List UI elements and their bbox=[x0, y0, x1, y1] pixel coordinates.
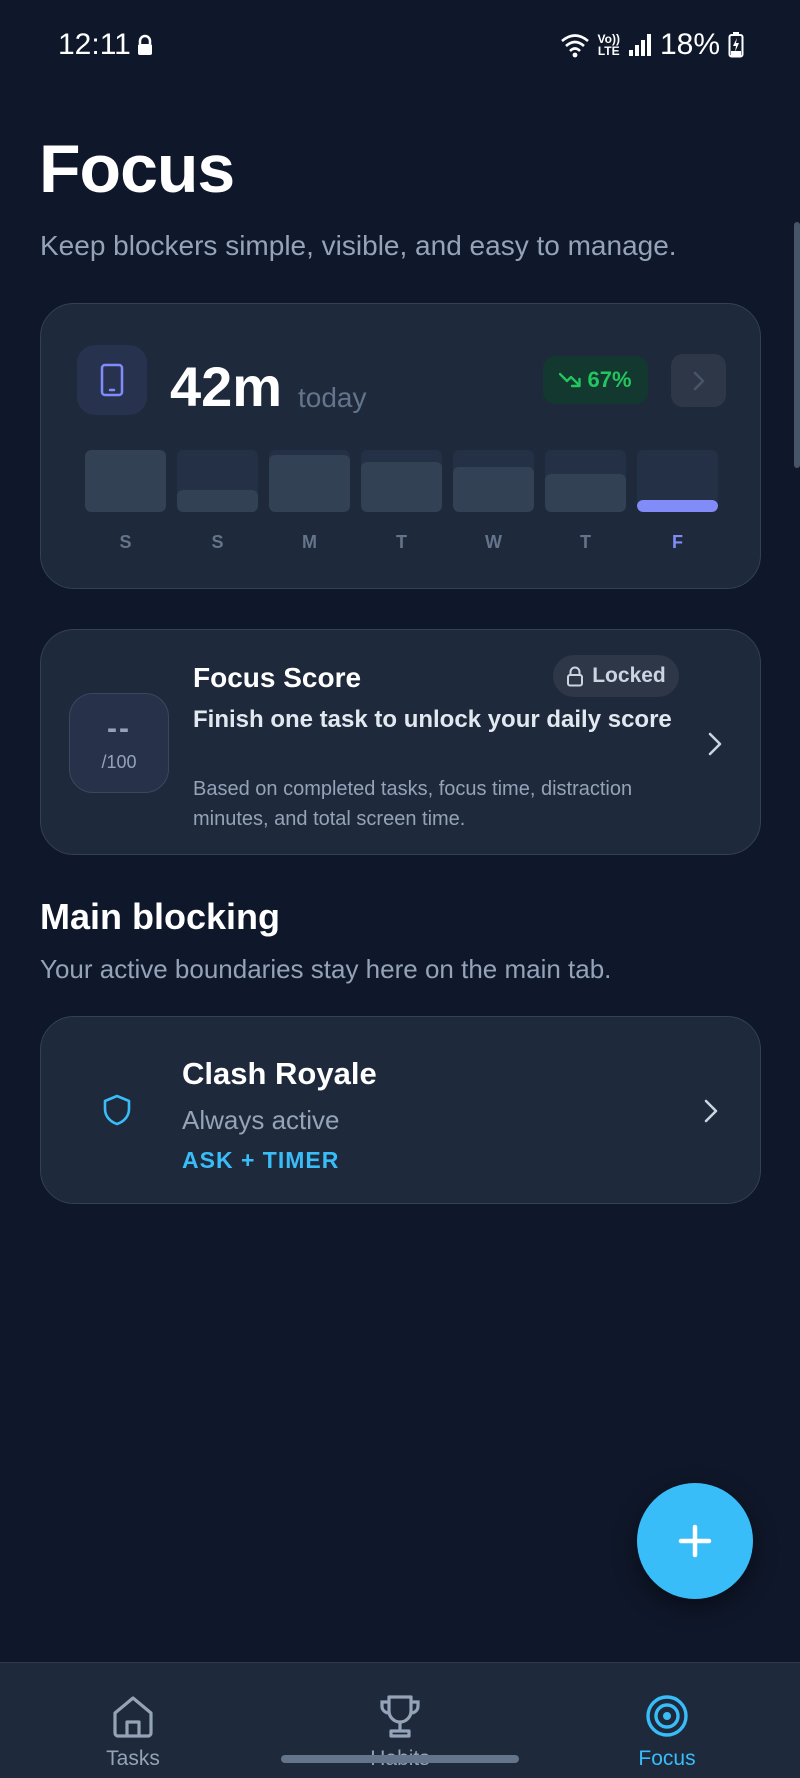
bar-track bbox=[269, 450, 350, 512]
locked-label: Locked bbox=[592, 664, 666, 687]
plus-icon bbox=[678, 1524, 712, 1558]
section-subtitle: Your active boundaries stay here on the … bbox=[40, 954, 612, 984]
focus-score-headline: Finish one task to unlock your daily sco… bbox=[193, 706, 672, 733]
screen-time-value: 42m bbox=[170, 355, 283, 418]
focus-score-title: Focus Score bbox=[193, 662, 362, 693]
bar-track bbox=[637, 450, 718, 512]
home-indicator[interactable] bbox=[281, 1755, 519, 1763]
blocker-status: Always active bbox=[182, 1105, 340, 1135]
nav-item-tasks[interactable]: Tasks bbox=[43, 1663, 223, 1778]
chevron-right-icon bbox=[693, 371, 704, 390]
bar-fill bbox=[85, 450, 166, 512]
bar-track bbox=[177, 450, 258, 512]
day-label: S bbox=[211, 532, 224, 552]
page-subtitle: Keep blockers simple, visible, and easy … bbox=[40, 230, 677, 261]
day-bar-0: S bbox=[85, 450, 166, 570]
nav-label-focus: Focus bbox=[638, 1747, 696, 1770]
nav-item-focus[interactable]: Focus bbox=[577, 1663, 757, 1778]
wifi-icon bbox=[560, 34, 589, 58]
nav-label-tasks: Tasks bbox=[106, 1747, 160, 1770]
lock-icon bbox=[138, 34, 152, 55]
blocker-mode: ASK + TIMER bbox=[182, 1147, 340, 1173]
status-time: 12:11 bbox=[58, 28, 131, 61]
bar-track bbox=[85, 450, 166, 512]
day-label: W bbox=[485, 532, 502, 552]
screen-time-suffix: today bbox=[298, 382, 367, 413]
shield-icon bbox=[103, 1094, 131, 1126]
lock-icon bbox=[567, 666, 584, 687]
focus-score-card[interactable]: -- /100 Focus Score Locked Finish one ta… bbox=[40, 629, 761, 855]
signal-icon bbox=[628, 34, 651, 56]
bar-fill bbox=[177, 490, 258, 512]
page-title: Focus bbox=[39, 131, 235, 207]
lte-indicator: Vo)) LTE bbox=[597, 32, 620, 58]
target-icon bbox=[646, 1695, 688, 1737]
day-bar-3: T bbox=[361, 450, 442, 570]
home-icon bbox=[113, 1696, 153, 1738]
day-label: S bbox=[119, 532, 132, 552]
blocker-card[interactable]: Clash Royale Always active ASK + TIMER bbox=[40, 1016, 761, 1204]
locked-badge: Locked bbox=[553, 655, 679, 697]
day-label: T bbox=[396, 532, 407, 552]
day-bar-4: W bbox=[453, 450, 534, 570]
trophy-icon bbox=[380, 1695, 420, 1738]
screen-time-next-button[interactable] bbox=[671, 354, 726, 407]
phone-icon-tile bbox=[77, 345, 147, 415]
chevron-right-icon[interactable] bbox=[705, 731, 725, 757]
day-bar-2: M bbox=[269, 450, 350, 570]
day-label: T bbox=[580, 532, 591, 552]
bar-fill bbox=[269, 455, 350, 512]
section-title: Main blocking bbox=[40, 896, 281, 937]
score-box: -- /100 bbox=[69, 693, 169, 793]
screen-time-card[interactable]: 42m today 67% S S M T W T F bbox=[40, 303, 761, 589]
bar-fill bbox=[361, 462, 442, 512]
day-bar-6: F bbox=[637, 450, 718, 570]
day-bar-5: T bbox=[545, 450, 626, 570]
bar-track bbox=[545, 450, 626, 512]
day-label: F bbox=[672, 532, 683, 552]
status-bar: 12:11 Vo)) LTE 18% bbox=[0, 0, 800, 90]
chevron-right-icon[interactable] bbox=[701, 1098, 721, 1124]
trend-down-icon bbox=[559, 372, 582, 388]
phone-icon bbox=[100, 363, 124, 397]
day-bar-1: S bbox=[177, 450, 258, 570]
blocker-name: Clash Royale bbox=[182, 1056, 377, 1091]
bar-fill bbox=[453, 467, 534, 512]
bar-track bbox=[453, 450, 534, 512]
add-blocker-button[interactable] bbox=[637, 1483, 753, 1599]
score-max: /100 bbox=[101, 752, 137, 772]
bar-track bbox=[361, 450, 442, 512]
bar-fill bbox=[637, 500, 718, 512]
score-value: -- bbox=[107, 712, 131, 745]
focus-score-description: Based on completed tasks, focus time, di… bbox=[193, 778, 633, 830]
status-icons: Vo)) LTE 18% bbox=[560, 28, 744, 62]
day-label: M bbox=[302, 532, 317, 552]
battery-percent: 18% bbox=[659, 28, 720, 61]
weekly-bars: SSMTWTF bbox=[85, 450, 718, 570]
bar-fill bbox=[545, 474, 626, 512]
scrollbar[interactable] bbox=[794, 222, 800, 468]
battery-charging-icon bbox=[728, 32, 744, 58]
trend-value: 67% bbox=[587, 367, 632, 392]
trend-badge: 67% bbox=[543, 356, 648, 404]
